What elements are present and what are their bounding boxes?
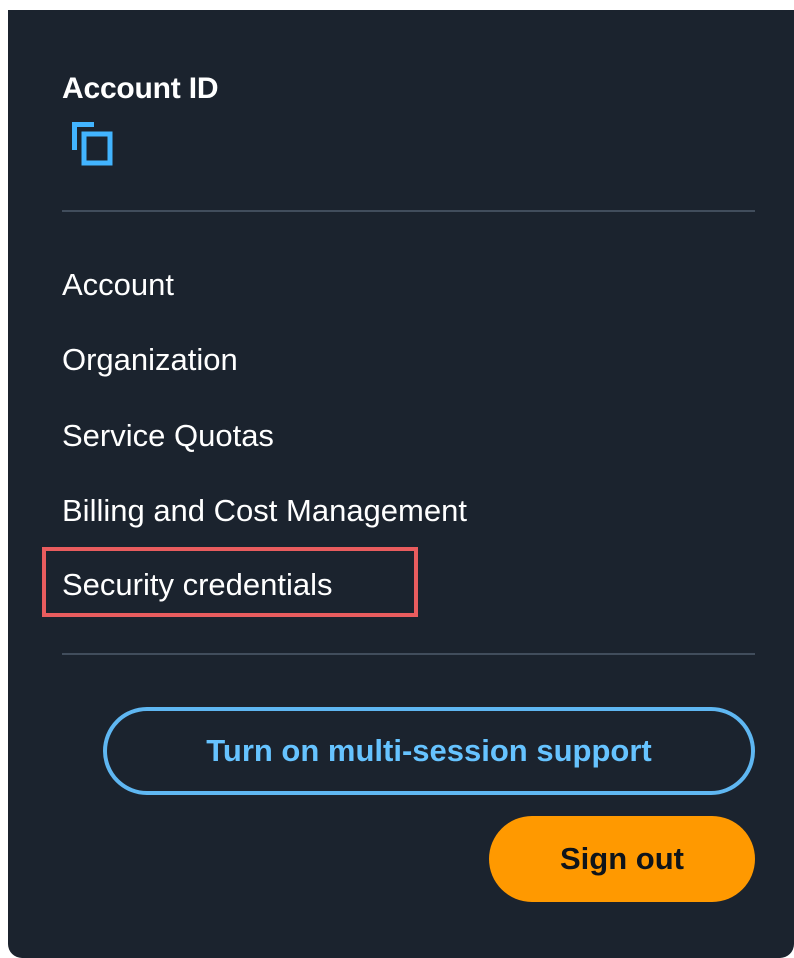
sign-out-button[interactable]: Sign out bbox=[489, 816, 755, 902]
copy-icon[interactable] bbox=[68, 118, 118, 170]
menu-item-service-quotas[interactable]: Service Quotas bbox=[62, 416, 274, 456]
menu-item-account[interactable]: Account bbox=[62, 265, 174, 305]
menu-item-billing-and-cost-management[interactable]: Billing and Cost Management bbox=[62, 491, 467, 531]
menu-item-security-credentials[interactable]: Security credentials bbox=[62, 565, 333, 605]
multi-session-support-button[interactable]: Turn on multi-session support bbox=[103, 707, 755, 795]
divider-top bbox=[62, 210, 755, 212]
account-id-label: Account ID bbox=[62, 72, 219, 105]
account-menu-panel: Account ID Account Organization Service … bbox=[8, 10, 794, 958]
menu-item-organization[interactable]: Organization bbox=[62, 340, 238, 380]
divider-bottom bbox=[62, 653, 755, 655]
copy-icon-graphic bbox=[72, 122, 113, 166]
